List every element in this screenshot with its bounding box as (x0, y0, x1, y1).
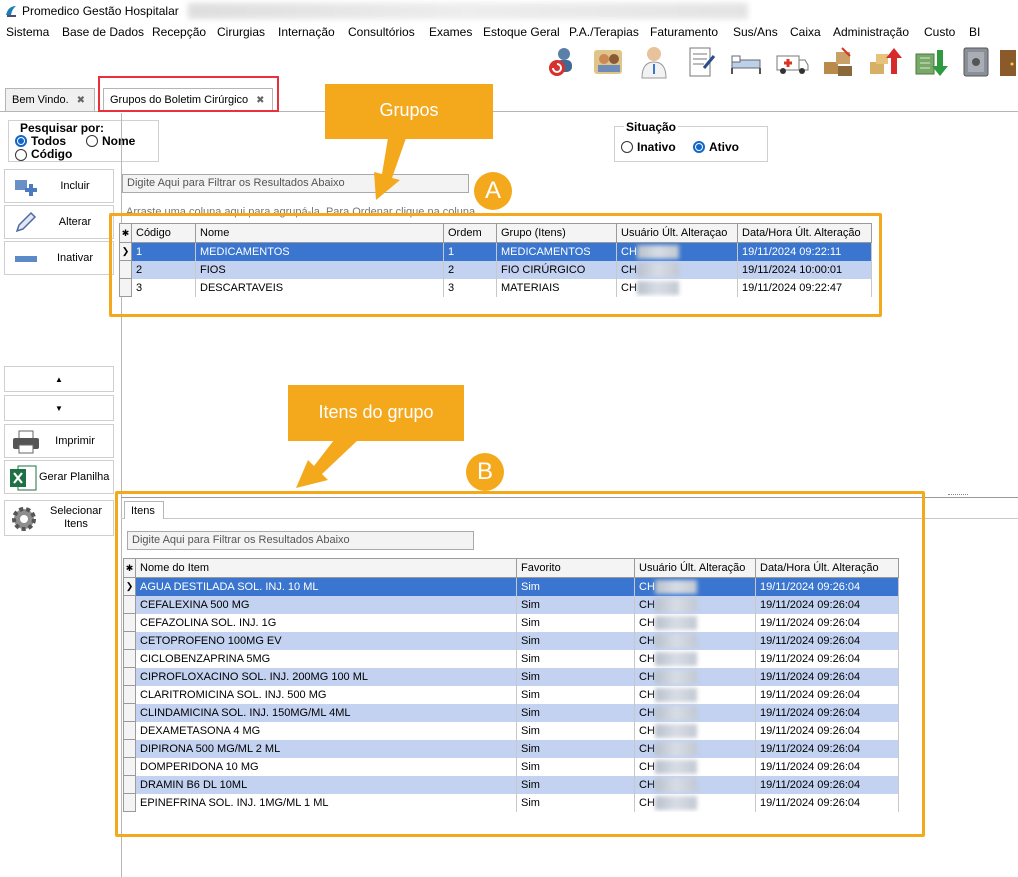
callout-itens-do-grupo: Itens do grupo (288, 385, 464, 441)
radio-nome-label: Nome (102, 134, 136, 148)
badge-a: A (474, 172, 512, 210)
app-logo-icon (6, 6, 16, 17)
splitter-grip[interactable] (948, 494, 968, 497)
menu-recepcao[interactable]: Recepção (152, 25, 206, 39)
menu-faturamento[interactable]: Faturamento (650, 25, 718, 39)
prescription-icon[interactable] (682, 44, 718, 80)
safe-icon[interactable] (958, 44, 994, 80)
window-title: Promedico Gestão Hospitalar (22, 4, 179, 18)
search-by-title: Pesquisar por: (20, 121, 105, 135)
radio-inativo[interactable] (621, 141, 633, 153)
annotation-frame-a (109, 213, 882, 317)
radio-nome[interactable] (86, 135, 98, 147)
imprimir-label: Imprimir (55, 435, 95, 447)
menu-pa-terapias[interactable]: P.A./Terapias (569, 25, 639, 39)
badge-b: B (466, 453, 504, 491)
annotation-frame-b (115, 491, 925, 837)
menu-bi[interactable]: BI (969, 25, 980, 39)
radio-todos-label: Todos (31, 134, 67, 148)
exit-door-icon[interactable] (996, 44, 1018, 80)
menu-estoque-geral[interactable]: Estoque Geral (483, 25, 560, 39)
tab-bem-vindo[interactable]: Bem Vindo. ✖ (5, 88, 95, 112)
imprimir-button[interactable]: Imprimir (4, 424, 114, 458)
patients-icon[interactable] (590, 44, 626, 80)
callout-grupos-arrow (374, 138, 406, 200)
inativar-button[interactable]: Inativar (4, 241, 114, 275)
selecionar-itens-button[interactable]: Selecionar Itens (4, 500, 114, 536)
gerar-planilha-button[interactable]: Gerar Planilha (4, 460, 114, 494)
callout-itens-arrow (296, 440, 358, 488)
title-bar: Promedico Gestão Hospitalar (0, 0, 1018, 22)
tab-bem-vindo-label: Bem Vindo. (12, 94, 69, 106)
alterar-label: Alterar (58, 216, 92, 228)
radio-todos[interactable] (15, 135, 27, 147)
menu-cirurgias[interactable]: Cirurgias (217, 25, 265, 39)
menu-exames[interactable]: Exames (429, 25, 472, 39)
radio-inativo-label: Inativo (637, 140, 676, 154)
incluir-label: Incluir (60, 180, 90, 192)
menu-sistema[interactable]: Sistema (6, 25, 49, 39)
menu-base-de-dados[interactable]: Base de Dados (62, 25, 144, 39)
radio-ativo[interactable] (693, 141, 705, 153)
chevron-up-icon: ▲ (55, 375, 63, 384)
alterar-button[interactable]: Alterar (4, 205, 114, 239)
radio-ativo-label: Ativo (709, 140, 739, 154)
users-refresh-icon[interactable] (544, 44, 580, 80)
callout-grupos: Grupos (325, 84, 493, 139)
stock-boxes-icon[interactable] (820, 44, 856, 80)
move-down-button[interactable]: ▼ (4, 395, 114, 421)
money-down-icon[interactable] (912, 44, 948, 80)
doctor-icon[interactable] (636, 44, 672, 80)
inativar-label: Inativar (56, 252, 94, 264)
toolbar (540, 44, 1018, 84)
close-icon[interactable]: ✖ (77, 95, 85, 106)
menu-administracao[interactable]: Administração (833, 25, 909, 39)
menu-sus-ans[interactable]: Sus/Ans (733, 25, 778, 39)
radio-codigo-label: Código (31, 147, 73, 161)
bed-icon[interactable] (728, 44, 764, 80)
redacted-title-info (188, 3, 748, 19)
radio-codigo[interactable] (15, 149, 27, 161)
menu-bar: Sistema Base de Dados Recepção Cirurgias… (0, 22, 1018, 42)
menu-consultorios[interactable]: Consultórios (348, 25, 415, 39)
ambulance-icon[interactable] (774, 44, 810, 80)
chevron-down-icon: ▼ (55, 404, 63, 413)
highlight-frame-active-tab (98, 76, 279, 112)
incluir-button[interactable]: Incluir (4, 169, 114, 203)
selecionar-itens-label: Selecionar Itens (50, 505, 102, 530)
menu-internacao[interactable]: Internação (278, 25, 335, 39)
move-up-button[interactable]: ▲ (4, 366, 114, 392)
stock-up-icon[interactable] (866, 44, 902, 80)
groups-filter-input[interactable]: Digite Aqui para Filtrar os Resultados A… (122, 174, 469, 193)
gerar-planilha-label: Gerar Planilha (39, 471, 110, 483)
menu-caixa[interactable]: Caixa (790, 25, 821, 39)
menu-custo[interactable]: Custo (924, 25, 955, 39)
situacao-title: Situação (624, 120, 679, 134)
gear-icon (12, 507, 36, 531)
